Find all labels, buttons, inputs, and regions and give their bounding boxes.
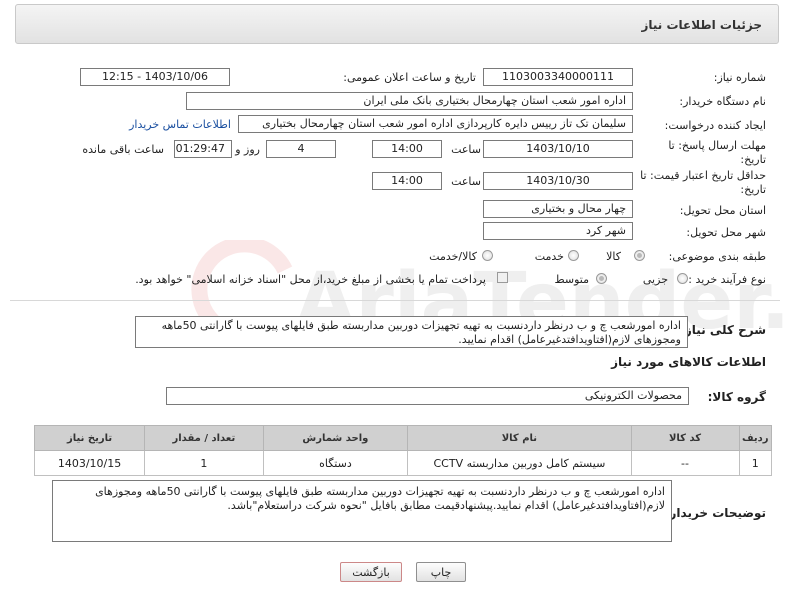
category-radio-goods-service[interactable] (482, 250, 493, 261)
general-description-label: شرح کلی نیاز: (680, 323, 766, 337)
validity-time-label: ساعت (451, 175, 481, 188)
need-number-label: شماره نیاز: (713, 71, 766, 84)
divider (10, 300, 780, 301)
need-number-field: 1103003340000111 (483, 68, 633, 86)
deadline-time-label: ساعت (451, 143, 481, 156)
creator-field: سلیمان تک تاز رییس دایره کارپردازی اداره… (238, 115, 633, 133)
city-label: شهر محل تحویل: (686, 226, 766, 239)
province-label: استان محل تحویل: (679, 204, 766, 217)
process-option-medium: متوسط (554, 273, 589, 286)
remaining-label: ساعت باقی مانده (82, 143, 164, 156)
category-radio-service[interactable] (568, 250, 579, 261)
col-unit: واحد شمارش (262, 425, 409, 451)
col-row: ردیف (738, 425, 773, 451)
goods-table-header: ردیف کد کالا نام کالا واحد شمارش تعداد /… (33, 425, 773, 451)
creator-label: ایجاد کننده درخواست: (664, 119, 766, 132)
category-radio-goods[interactable] (634, 250, 645, 261)
cell-date: 1403/10/15 (33, 450, 146, 476)
category-option-goods-service: کالا/خدمت (429, 250, 477, 263)
cell-row: 1 (738, 450, 773, 476)
city-field: شهر کرد (483, 222, 633, 240)
deadline-time-field: 14:00 (372, 140, 442, 158)
back-button[interactable]: بازگشت (340, 562, 402, 582)
col-name: نام کالا (407, 425, 632, 451)
deadline-date-field: 1403/10/10 (483, 140, 633, 158)
buyer-contact-link[interactable]: اطلاعات تماس خریدار (129, 118, 231, 131)
table-row: 1 -- سیستم کامل دوربین مداربسته CCTV دست… (33, 450, 773, 476)
validity-time-field: 14:00 (372, 172, 442, 190)
buyer-notes-field: اداره امورشعب چ و ب درنظر داردنسبت به ته… (52, 480, 672, 542)
cell-unit: دستگاه (262, 450, 409, 476)
general-description-field: اداره امورشعب چ و ب درنظر داردنسبت به ته… (135, 316, 688, 348)
cell-code: -- (630, 450, 740, 476)
province-field: چهار محال و بختیاری (483, 200, 633, 218)
category-option-goods: کالا (606, 250, 621, 263)
process-option-small: جزیی (642, 273, 668, 286)
buyer-notes-label: توضیحات خریدار: (664, 506, 766, 520)
process-radio-small[interactable] (677, 273, 688, 284)
goods-group-label: گروه کالا: (707, 390, 766, 404)
announce-date-field: 1403/10/06 - 12:15 (80, 68, 230, 86)
validity-date-field: 1403/10/30 (483, 172, 633, 190)
process-radio-medium[interactable] (596, 273, 607, 284)
category-label: طبقه بندی موضوعی: (668, 250, 766, 263)
announce-date-label: تاریخ و ساعت اعلان عمومی: (343, 71, 476, 84)
days-label: روز و (235, 143, 260, 156)
remaining-time-field: 01:29:47 (174, 140, 232, 158)
treasury-checkbox[interactable] (497, 272, 508, 283)
buyer-org-field: اداره امور شعب استان چهارمحال بختیاری با… (186, 92, 633, 110)
col-code: کد کالا (630, 425, 740, 451)
category-option-service: خدمت (534, 250, 564, 263)
validity-date-label: تاریخ: (740, 183, 766, 196)
col-date: تاریخ نیاز (33, 425, 146, 451)
header-panel: جزئیات اطلاعات نیاز (15, 4, 779, 44)
cell-name: سیستم کامل دوربین مداربسته CCTV (407, 450, 632, 476)
cell-qty: 1 (144, 450, 264, 476)
goods-group-field: محصولات الکترونیکی (166, 387, 689, 405)
days-field: 4 (266, 140, 336, 158)
col-qty: تعداد / مقدار (144, 425, 264, 451)
validity-label: حداقل تاریخ اعتبار قیمت: تا (640, 169, 766, 182)
process-label: نوع فرآیند خرید : (688, 273, 766, 286)
print-button[interactable]: چاپ (416, 562, 466, 582)
goods-section-title: اطلاعات کالاهای مورد نیاز (611, 355, 766, 369)
deadline-date-label: تاریخ: (740, 153, 766, 166)
deadline-label: مهلت ارسال پاسخ: تا (668, 139, 766, 152)
page-title: جزئیات اطلاعات نیاز (641, 18, 762, 32)
goods-table: ردیف کد کالا نام کالا واحد شمارش تعداد /… (33, 425, 773, 476)
payment-note: پرداخت تمام یا بخشی از مبلغ خرید،از محل … (135, 273, 486, 286)
buyer-org-label: نام دستگاه خریدار: (679, 95, 766, 108)
